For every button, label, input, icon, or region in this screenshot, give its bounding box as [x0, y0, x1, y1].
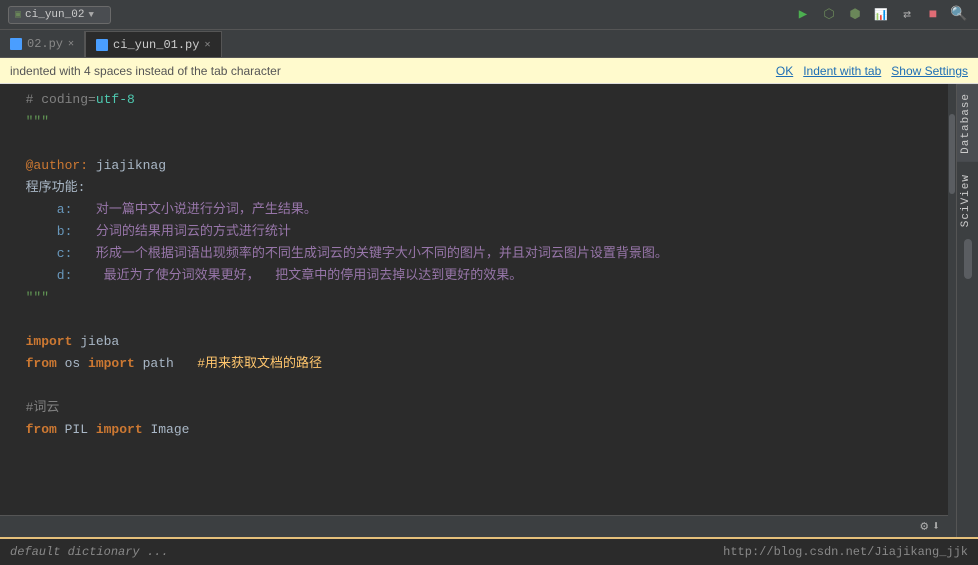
- tab-ci-yun-01py[interactable]: ci_yun_01.py ✕: [85, 31, 221, 57]
- sidebar-item-sciview[interactable]: SciView: [957, 166, 978, 235]
- code-line-12: import jieba: [10, 331, 938, 353]
- code-lines: # coding=utf-8 """ @author: jiajiknag 程序…: [0, 89, 948, 441]
- profile-button[interactable]: 📊: [870, 4, 892, 26]
- search-button[interactable]: 🔍: [948, 4, 970, 26]
- toolbar: ▣ ci_yun_02 ▼ ▶ ⬡ ⬢ 📊 ⇄ ■ 🔍: [0, 0, 978, 30]
- main-area: # coding=utf-8 """ @author: jiajiknag 程序…: [0, 84, 978, 537]
- coverage-button[interactable]: ⬢: [844, 4, 866, 26]
- code-line-6: a: 对一篇中文小说进行分词，产生结果。: [10, 199, 938, 221]
- show-settings-button[interactable]: Show Settings: [891, 64, 968, 78]
- download-icon[interactable]: ⬇: [932, 519, 940, 534]
- code-line-9: d: 最近为了使分词效果更好， 把文章中的停用词去掉以达到更好的效果。: [10, 265, 938, 287]
- notification-bar: indented with 4 spaces instead of the ta…: [0, 58, 978, 84]
- right-sidebar: Database SciView: [956, 84, 978, 537]
- run-config-dropdown[interactable]: ▣ ci_yun_02 ▼: [8, 6, 111, 24]
- tab-02py[interactable]: 02.py ✕: [0, 31, 85, 57]
- code-line-5: 程序功能:: [10, 177, 938, 199]
- debug-run-button[interactable]: ⬡: [818, 4, 840, 26]
- chevron-down-icon: ▼: [88, 10, 93, 20]
- close-tab-ci-yun-01py[interactable]: ✕: [204, 39, 210, 51]
- code-line-15: #词云: [10, 397, 938, 419]
- code-line-10: """: [10, 287, 938, 309]
- code-line-7: b: 分词的结果用词云的方式进行统计: [10, 221, 938, 243]
- code-line-8: c: 形成一个根据词语出现频率的不同生成词云的关键字大小不同的图片，并且对词云图…: [10, 243, 938, 265]
- bottom-status-url: http://blog.csdn.net/Jiajikang_jjk: [723, 545, 968, 559]
- code-line-3: [10, 133, 938, 155]
- code-line-16: from PIL import Image: [10, 419, 938, 441]
- run-config-label: ci_yun_02: [25, 9, 84, 21]
- tab-ci-yun-01py-label: ci_yun_01.py: [113, 38, 199, 52]
- python-file-icon-active: [96, 39, 108, 51]
- code-line-14: [10, 375, 938, 397]
- bottom-status-left: default dictionary ...: [10, 545, 168, 559]
- notification-text: indented with 4 spaces instead of the ta…: [10, 64, 776, 78]
- code-line-2: """: [10, 111, 938, 133]
- code-line-13: from os import path #用来获取文档的路径: [10, 353, 938, 375]
- notification-actions: OK Indent with tab Show Settings: [776, 64, 968, 78]
- toolbar-actions: ▶ ⬡ ⬢ 📊 ⇄ ■ 🔍: [792, 4, 970, 26]
- tab-02py-label: 02.py: [27, 37, 63, 51]
- code-line-11: [10, 309, 938, 331]
- sidebar-item-database[interactable]: Database: [957, 84, 978, 162]
- scrollbar-thumb[interactable]: [949, 114, 955, 194]
- concurrency-button[interactable]: ⇄: [896, 4, 918, 26]
- editor-scrollbar[interactable]: [948, 84, 956, 537]
- code-line-1: # coding=utf-8: [10, 89, 938, 111]
- bottom-status-bar: default dictionary ... http://blog.csdn.…: [0, 537, 978, 565]
- ok-button[interactable]: OK: [776, 64, 793, 78]
- status-icons: ⚙ ⬇: [920, 519, 940, 534]
- close-tab-02py[interactable]: ✕: [68, 38, 74, 50]
- code-line-4: @author: jiajiknag: [10, 155, 938, 177]
- tab-bar: 02.py ✕ ci_yun_01.py ✕: [0, 30, 978, 58]
- code-editor[interactable]: # coding=utf-8 """ @author: jiajiknag 程序…: [0, 84, 948, 515]
- indent-with-tab-button[interactable]: Indent with tab: [803, 64, 881, 78]
- settings-icon[interactable]: ⚙: [920, 519, 928, 534]
- editor-status-bar: ⚙ ⬇: [0, 515, 948, 537]
- editor-container: # coding=utf-8 """ @author: jiajiknag 程序…: [0, 84, 948, 537]
- sidebar-resize-handle[interactable]: [964, 239, 972, 279]
- stop-button[interactable]: ■: [922, 4, 944, 26]
- python-file-icon: [10, 38, 22, 50]
- run-button[interactable]: ▶: [792, 4, 814, 26]
